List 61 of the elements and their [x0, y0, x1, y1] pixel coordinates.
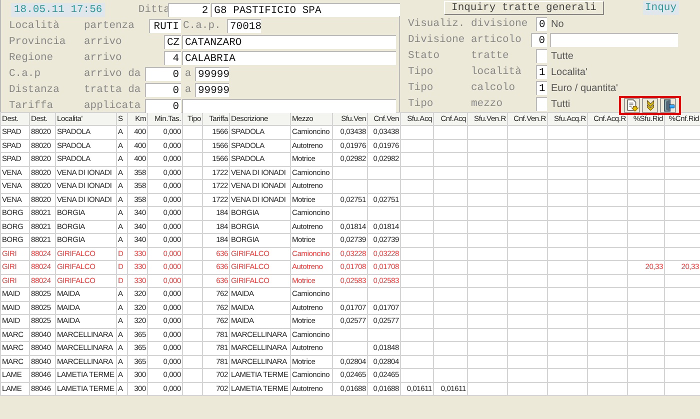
- option-text: Tutti: [551, 98, 572, 110]
- option-text: Tutte: [551, 50, 574, 62]
- input-field[interactable]: [550, 33, 678, 47]
- field-label: Provincia: [9, 36, 67, 48]
- input-field[interactable]: [182, 99, 396, 113]
- option-text: Localita': [551, 66, 588, 78]
- input-field[interactable]: 0: [536, 17, 547, 31]
- input-field[interactable]: [536, 97, 547, 111]
- field-label: mezzo: [471, 98, 504, 110]
- input-field[interactable]: CALABRIA: [182, 51, 396, 65]
- field-label: località: [471, 66, 522, 78]
- input-field[interactable]: G8 PASTIFICIO SPA: [211, 3, 400, 17]
- input-field[interactable]: 99999: [195, 83, 229, 97]
- field-label: Tipo: [408, 98, 434, 110]
- field-label: Distanza: [9, 84, 60, 96]
- field-label: Stato: [408, 50, 441, 62]
- input-field[interactable]: 4: [164, 51, 181, 65]
- field-label: Tipo: [408, 66, 434, 78]
- field-label: divisione: [471, 18, 529, 30]
- field-label: Località: [9, 20, 60, 32]
- door-exit-button[interactable]: [660, 98, 676, 112]
- title-button[interactable]: Inquiry tratte generali: [444, 1, 604, 15]
- input-field[interactable]: 70018: [227, 19, 261, 33]
- field-label: arrivo: [84, 52, 123, 64]
- input-field[interactable]: 0: [531, 33, 547, 47]
- field-label: C.a.p.: [183, 20, 222, 32]
- input-field[interactable]: 0: [145, 67, 181, 81]
- input-field[interactable]: 0: [145, 99, 181, 113]
- input-field[interactable]: 2: [168, 3, 210, 17]
- field-label: applicata: [84, 100, 142, 112]
- input-field[interactable]: [536, 49, 547, 63]
- field-label: articolo: [471, 34, 522, 46]
- door-exit-icon: [662, 98, 674, 112]
- input-field[interactable]: 0: [145, 83, 181, 97]
- field-label: partenza: [84, 20, 136, 32]
- double-chevron-down-button[interactable]: [642, 98, 658, 112]
- input-field[interactable]: 1: [536, 65, 547, 79]
- field-label: tratta da: [84, 84, 142, 96]
- field-label: Tariffa: [9, 100, 54, 112]
- input-field[interactable]: CZ: [164, 35, 181, 49]
- input-field[interactable]: RUTI: [149, 19, 181, 33]
- field-label: arrivo: [84, 36, 123, 48]
- document-arrow-button[interactable]: [624, 98, 640, 112]
- input-field[interactable]: 99999: [195, 67, 229, 81]
- field-label: a: [184, 68, 192, 80]
- field-label: arrivo da: [84, 68, 142, 80]
- input-field[interactable]: 1: [536, 81, 547, 95]
- field-label: Visualiz.: [408, 18, 466, 30]
- option-text: Euro / quantita': [551, 82, 619, 94]
- document-arrow-icon: [626, 98, 638, 112]
- field-label: C.a.p: [9, 68, 42, 80]
- field-label: calcolo: [471, 82, 516, 94]
- date-time: 18.05.11 17:56: [11, 3, 106, 17]
- field-label: Regione: [9, 52, 54, 64]
- input-field[interactable]: CATANZARO: [182, 35, 396, 49]
- field-label: tratte: [471, 50, 510, 62]
- option-text: No: [551, 18, 565, 30]
- field-label: Tipo: [408, 82, 434, 94]
- field-label: Divisione: [408, 34, 466, 46]
- field-label: a: [184, 84, 192, 96]
- mode-label: Inquy: [643, 1, 679, 15]
